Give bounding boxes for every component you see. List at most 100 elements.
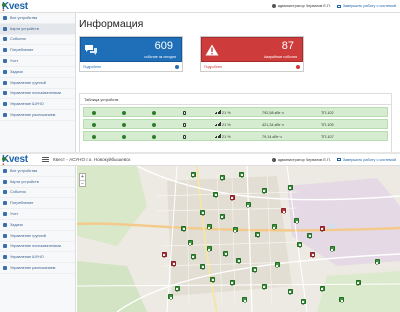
alarm-events-card[interactable]: 87 Аварийные события Подробнее: [200, 36, 304, 72]
sidebar-item[interactable]: Управление группой: [0, 78, 75, 89]
device-marker-icon[interactable]: [200, 263, 206, 270]
sidebar-item[interactable]: События: [0, 35, 75, 46]
device-marker-icon[interactable]: [287, 184, 293, 191]
alarm-marker-icon[interactable]: [229, 195, 235, 202]
device-marker-icon[interactable]: [174, 285, 180, 292]
device-marker-icon[interactable]: [219, 214, 225, 221]
consumption-icon: [3, 48, 7, 53]
sidebar-item[interactable]: Все устройства: [0, 13, 75, 24]
device-marker-icon[interactable]: [261, 187, 267, 194]
device-marker-icon[interactable]: [274, 262, 280, 269]
device-marker-icon[interactable]: [239, 171, 245, 178]
user-area: администратор Черватов Е.П. Завершить ра…: [271, 4, 400, 8]
device-marker-icon[interactable]: [355, 279, 361, 286]
device-marker-icon[interactable]: [210, 276, 216, 283]
warning-icon: [202, 37, 222, 62]
logout-icon: [336, 4, 341, 8]
sidebar-item[interactable]: Управление пользователями: [0, 89, 75, 100]
status-dot-icon: [92, 122, 96, 127]
details-link[interactable]: Подробнее: [83, 65, 101, 69]
group-icon: [3, 233, 7, 238]
sidebar-item[interactable]: Управление пользователями: [0, 242, 75, 253]
device-marker-icon[interactable]: [232, 227, 238, 234]
device-marker-icon[interactable]: [339, 297, 345, 304]
logout-link[interactable]: Завершить работу с системой: [336, 4, 396, 8]
consumption-icon: [3, 201, 7, 206]
sidebar-item[interactable]: Карта устройств: [0, 23, 75, 35]
sidebar-item[interactable]: Задачи: [0, 220, 75, 231]
device-marker-icon[interactable]: [319, 285, 325, 292]
sidebar: Все устройства Карта устройств События Потр…: [0, 166, 76, 312]
sidebar-item[interactable]: Карта устройств: [0, 177, 75, 188]
table-row[interactable]: 21 % 79,14 кВт·ч ТП-107: [83, 131, 388, 141]
alarm-marker-icon[interactable]: [171, 260, 177, 267]
device-marker-icon[interactable]: [190, 171, 196, 178]
device-marker-icon[interactable]: [187, 240, 193, 247]
device-marker-icon[interactable]: [190, 253, 196, 260]
sidebar-item-label: Учет: [10, 212, 19, 217]
device-marker-icon[interactable]: [287, 288, 293, 295]
device-marker-icon[interactable]: [219, 174, 225, 181]
status-dot-icon: [152, 122, 156, 127]
device-marker-icon[interactable]: [200, 209, 206, 216]
table-title: Таблица устройств: [80, 94, 391, 105]
devices-table: Таблица устройств 21 % 792,58 кВт·ч ТП-102…: [79, 93, 392, 152]
device-marker-icon[interactable]: [181, 225, 187, 232]
sidebar-item[interactable]: Управление ШУНО: [0, 252, 75, 264]
user-name[interactable]: администратор Черватов Е.П.: [271, 4, 331, 8]
device-marker-icon[interactable]: [245, 202, 251, 209]
sidebar-item[interactable]: Потребление: [0, 45, 75, 57]
device-marker-icon[interactable]: [300, 298, 306, 305]
alarm-marker-icon[interactable]: [281, 208, 287, 215]
device-marker-icon[interactable]: [206, 246, 212, 253]
device-marker-icon[interactable]: [297, 241, 303, 248]
device-marker-icon[interactable]: [271, 224, 277, 231]
sidebar-item[interactable]: Задачи: [0, 67, 75, 78]
logo[interactable]: Kvest.: [0, 1, 40, 14]
sidebar-item[interactable]: Учет: [0, 209, 75, 220]
cabinet-icon: [3, 255, 7, 260]
device-marker-icon[interactable]: [223, 250, 229, 257]
device-marker-icon[interactable]: [236, 257, 241, 264]
device-marker-icon[interactable]: [307, 233, 313, 240]
device-marker-icon[interactable]: [374, 259, 380, 266]
device-marker-icon[interactable]: [261, 284, 267, 291]
city-map[interactable]: + −: [77, 166, 400, 312]
logout-link[interactable]: Завершить работу с системой: [336, 158, 396, 162]
details-link[interactable]: Подробнее: [204, 65, 222, 69]
arrow-circle-icon[interactable]: [175, 65, 179, 69]
logout-icon: [336, 158, 341, 161]
map-icon: [3, 26, 7, 31]
tasks-icon: [3, 222, 7, 227]
arrow-circle-icon[interactable]: [296, 65, 300, 69]
table-row[interactable]: 21 % 421,34 кВт·ч ТП-105: [83, 119, 388, 129]
events-today-card[interactable]: 609 событие за сегодня Подробнее: [79, 36, 183, 72]
sidebar-item[interactable]: Управление ШУНО: [0, 99, 75, 111]
sidebar-item[interactable]: События: [0, 188, 75, 199]
zoom-out-button[interactable]: −: [80, 180, 85, 187]
user-name[interactable]: администратор Черватов Е.П.: [271, 157, 331, 162]
device-marker-icon[interactable]: [329, 246, 335, 253]
logo[interactable]: Kvest.: [0, 154, 40, 168]
device-marker-icon[interactable]: [229, 279, 235, 286]
device-marker-icon[interactable]: [213, 192, 219, 199]
device-marker-icon[interactable]: [252, 266, 258, 273]
device-marker-icon[interactable]: [168, 294, 174, 301]
alarm-marker-icon[interactable]: [319, 225, 325, 232]
table-row[interactable]: 21 % 792,58 кВт·ч ТП-102: [83, 107, 388, 117]
user-icon: [271, 157, 276, 162]
device-marker-icon[interactable]: [294, 218, 300, 225]
menu-toggle-icon[interactable]: [42, 156, 49, 163]
sidebar-item[interactable]: Управление группой: [0, 231, 75, 242]
device-marker-icon[interactable]: [242, 297, 248, 304]
sidebar-item[interactable]: Учет: [0, 56, 75, 67]
sidebar-item[interactable]: Потребление: [0, 198, 75, 210]
sidebar-item-label: События: [10, 37, 26, 42]
sidebar-item[interactable]: Управление расписанием: [0, 110, 75, 121]
alarm-marker-icon[interactable]: [310, 252, 316, 259]
device-marker-icon[interactable]: [255, 231, 261, 238]
sidebar-item[interactable]: Управление расписанием: [0, 263, 75, 274]
sidebar-item[interactable]: Все устройства: [0, 166, 75, 177]
device-marker-icon[interactable]: [206, 224, 212, 231]
alarm-marker-icon[interactable]: [161, 252, 167, 259]
